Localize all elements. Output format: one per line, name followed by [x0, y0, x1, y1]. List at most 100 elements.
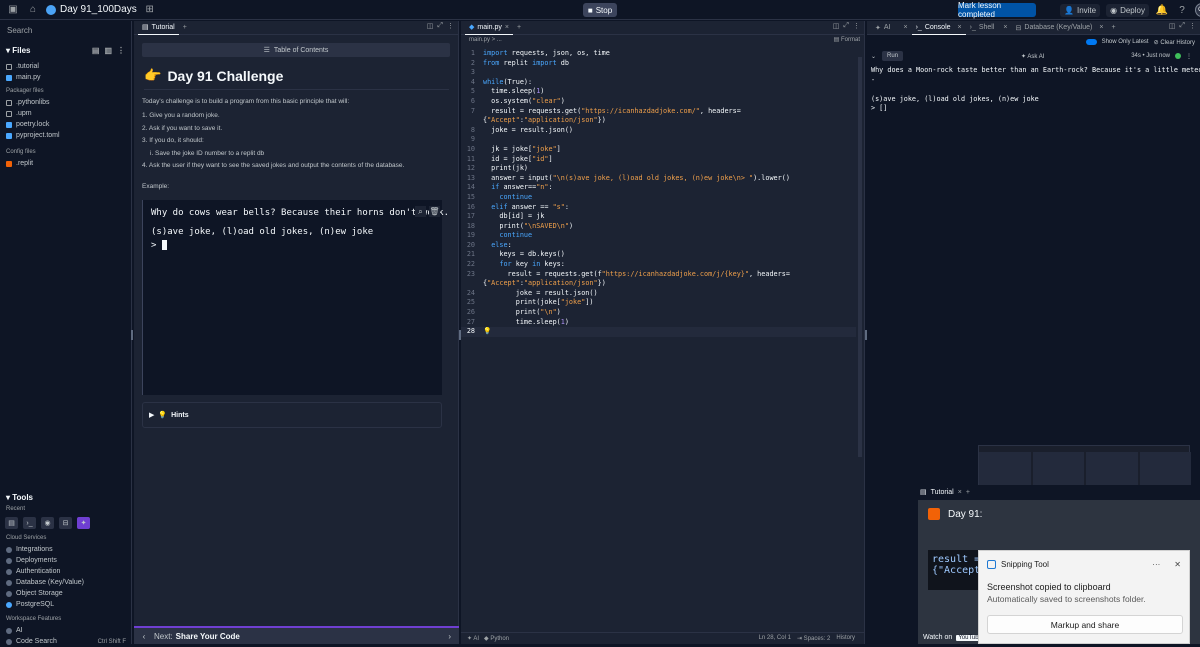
- service-item[interactable]: Object Storage: [0, 588, 132, 599]
- tab-shell[interactable]: ›_ Shell ×: [966, 21, 1012, 35]
- service-item[interactable]: Integrations: [0, 544, 132, 555]
- sidebar-toggle-icon[interactable]: ▣: [6, 3, 20, 17]
- split-icon[interactable]: ◫: [1169, 22, 1176, 30]
- run-entry-button[interactable]: Run: [882, 51, 904, 61]
- close-icon[interactable]: ×: [1003, 24, 1007, 31]
- split-icon[interactable]: ◫: [833, 22, 840, 30]
- code-line[interactable]: 9: [461, 135, 856, 145]
- file-item[interactable]: poetry.lock: [0, 119, 131, 130]
- close-icon[interactable]: ×: [904, 24, 908, 31]
- code-line[interactable]: 16 elif answer == "s":: [461, 203, 856, 213]
- file-item[interactable]: main.py: [0, 72, 131, 83]
- more-icon[interactable]: ⋮: [117, 46, 125, 55]
- add-tab-icon[interactable]: +: [966, 489, 970, 496]
- code-line[interactable]: 23 result = requests.get(f"https://icanh…: [461, 270, 856, 280]
- code-line[interactable]: 20 else:: [461, 241, 856, 251]
- code-line[interactable]: 28 💡: [461, 327, 856, 337]
- watch-on-youtube[interactable]: Watch on YouTube: [923, 634, 984, 641]
- format-button[interactable]: ▤ Format: [834, 36, 860, 43]
- repl-title[interactable]: Day 91_100Days: [46, 4, 137, 15]
- database-tool-icon[interactable]: ⊟: [59, 517, 72, 529]
- code-line[interactable]: 15 continue: [461, 193, 856, 203]
- ai-status[interactable]: ✦ AI: [467, 635, 479, 642]
- tab-ai[interactable]: ✦ AI ×: [871, 21, 912, 35]
- add-tab-icon[interactable]: +: [183, 24, 187, 31]
- close-icon[interactable]: ✕: [1174, 560, 1181, 569]
- avatar[interactable]: CL: [1194, 3, 1200, 17]
- invite-button[interactable]: 👤 Invite: [1060, 3, 1101, 17]
- split-icon[interactable]: ◫: [427, 22, 434, 30]
- breadcrumb-text[interactable]: main.py > ...: [469, 37, 502, 43]
- code-line[interactable]: 3: [461, 68, 856, 78]
- code-line[interactable]: 14 if answer=="n":: [461, 183, 856, 193]
- service-item[interactable]: Authentication: [0, 566, 132, 577]
- code-line[interactable]: 22 for key in keys:: [461, 260, 856, 270]
- more-icon[interactable]: ···: [1152, 560, 1160, 569]
- table-of-contents-button[interactable]: ☰ Table of Contents: [142, 43, 450, 57]
- console-output[interactable]: Why does a Moon-rock taste better than a…: [867, 66, 1200, 114]
- code-line[interactable]: 10 jk = joke["joke"]: [461, 145, 856, 155]
- code-line[interactable]: 4 while(True):: [461, 78, 856, 88]
- code-line[interactable]: 6 os.system("clear"): [461, 97, 856, 107]
- tab-main-py[interactable]: ◆ main.py ×: [465, 21, 513, 35]
- hints-toggle[interactable]: ▶ 💡 Hints: [142, 402, 442, 428]
- code-line[interactable]: 27 time.sleep(1): [461, 318, 856, 328]
- ask-ai-button[interactable]: ✦ Ask AI: [1021, 53, 1044, 60]
- scrollbar[interactable]: [858, 57, 862, 457]
- ai-tool-icon[interactable]: ✦: [77, 517, 90, 529]
- new-file-icon[interactable]: ▤: [92, 46, 100, 55]
- cursor-position[interactable]: Ln 28, Col 1: [759, 635, 791, 642]
- code-line[interactable]: 25 print(joke["joke"]): [461, 298, 856, 308]
- feature-item[interactable]: Code Search Ctrl Shift F: [0, 636, 132, 647]
- clear-history-button[interactable]: ⊘ Clear History: [1154, 39, 1195, 46]
- repl-info-icon[interactable]: ⊞: [143, 3, 157, 17]
- deploy-tool-icon[interactable]: ◉: [41, 517, 54, 529]
- code-line[interactable]: 11 id = joke["id"]: [461, 155, 856, 165]
- file-item[interactable]: .upm: [0, 108, 131, 119]
- lightbulb-icon[interactable]: 💡: [483, 327, 491, 335]
- close-icon[interactable]: ×: [505, 24, 509, 31]
- more-icon[interactable]: ⋮: [1189, 22, 1196, 30]
- code-line[interactable]: 17 db[id] = jk: [461, 212, 856, 222]
- spaces-status[interactable]: ⇥ Spaces: 2: [797, 635, 830, 642]
- add-tab-icon[interactable]: +: [517, 24, 521, 31]
- history-button[interactable]: History: [836, 635, 855, 642]
- service-item[interactable]: Database (Key/Value): [0, 577, 132, 588]
- show-only-latest-toggle[interactable]: [1085, 39, 1097, 45]
- chevron-down-icon[interactable]: ⌄: [871, 53, 876, 60]
- trash-icon[interactable]: 🗑: [429, 206, 440, 217]
- service-item[interactable]: Deployments: [0, 555, 132, 566]
- more-icon[interactable]: ⋮: [1186, 53, 1192, 60]
- more-icon[interactable]: ⋮: [447, 22, 454, 30]
- code-line[interactable]: 19 continue: [461, 231, 856, 241]
- more-icon[interactable]: ⋮: [853, 22, 860, 30]
- file-item[interactable]: pyproject.toml: [0, 130, 131, 141]
- code-line[interactable]: 26 print("\n"): [461, 308, 856, 318]
- code-line[interactable]: 2 from replit import db: [461, 59, 856, 69]
- notifications-icon[interactable]: 🔔: [1155, 3, 1169, 17]
- close-icon[interactable]: ×: [958, 489, 962, 496]
- language-status[interactable]: ◆ Python: [484, 635, 509, 642]
- file-item[interactable]: .tutorial: [0, 61, 131, 72]
- code-line[interactable]: 18 print("\nSAVED\n"): [461, 222, 856, 232]
- service-item[interactable]: PostgreSQL: [0, 599, 132, 610]
- new-folder-icon[interactable]: ▥: [104, 46, 112, 55]
- code-line[interactable]: 8 joke = result.json(): [461, 126, 856, 136]
- chevron-right-icon[interactable]: ›: [448, 632, 451, 641]
- file-item[interactable]: .pythonlibs: [0, 97, 131, 108]
- deploy-button[interactable]: ◉ Deploy: [1106, 3, 1149, 17]
- tutorial-tool-icon[interactable]: ▤: [5, 517, 18, 529]
- maximize-icon[interactable]: ⤢: [437, 22, 443, 30]
- next-lesson-bar[interactable]: ‹ Next: Share Your Code ›: [134, 626, 459, 644]
- stop-button[interactable]: ■ Stop: [583, 3, 617, 17]
- code-line[interactable]: 12 print(jk): [461, 164, 856, 174]
- file-item[interactable]: .replit: [0, 158, 131, 169]
- mark-lesson-completed-button[interactable]: Mark lesson completed: [958, 1, 1036, 19]
- tab-console[interactable]: ›_ Console ×: [911, 21, 966, 35]
- tab-database[interactable]: ⊟ Database (Key/Value) ×: [1012, 21, 1108, 35]
- resize-handle[interactable]: [131, 330, 133, 340]
- markup-and-share-button[interactable]: Markup and share: [987, 615, 1183, 634]
- feature-item[interactable]: AI: [0, 625, 132, 636]
- search-icon[interactable]: ⌕: [415, 206, 426, 217]
- maximize-icon[interactable]: ⤢: [1179, 22, 1185, 30]
